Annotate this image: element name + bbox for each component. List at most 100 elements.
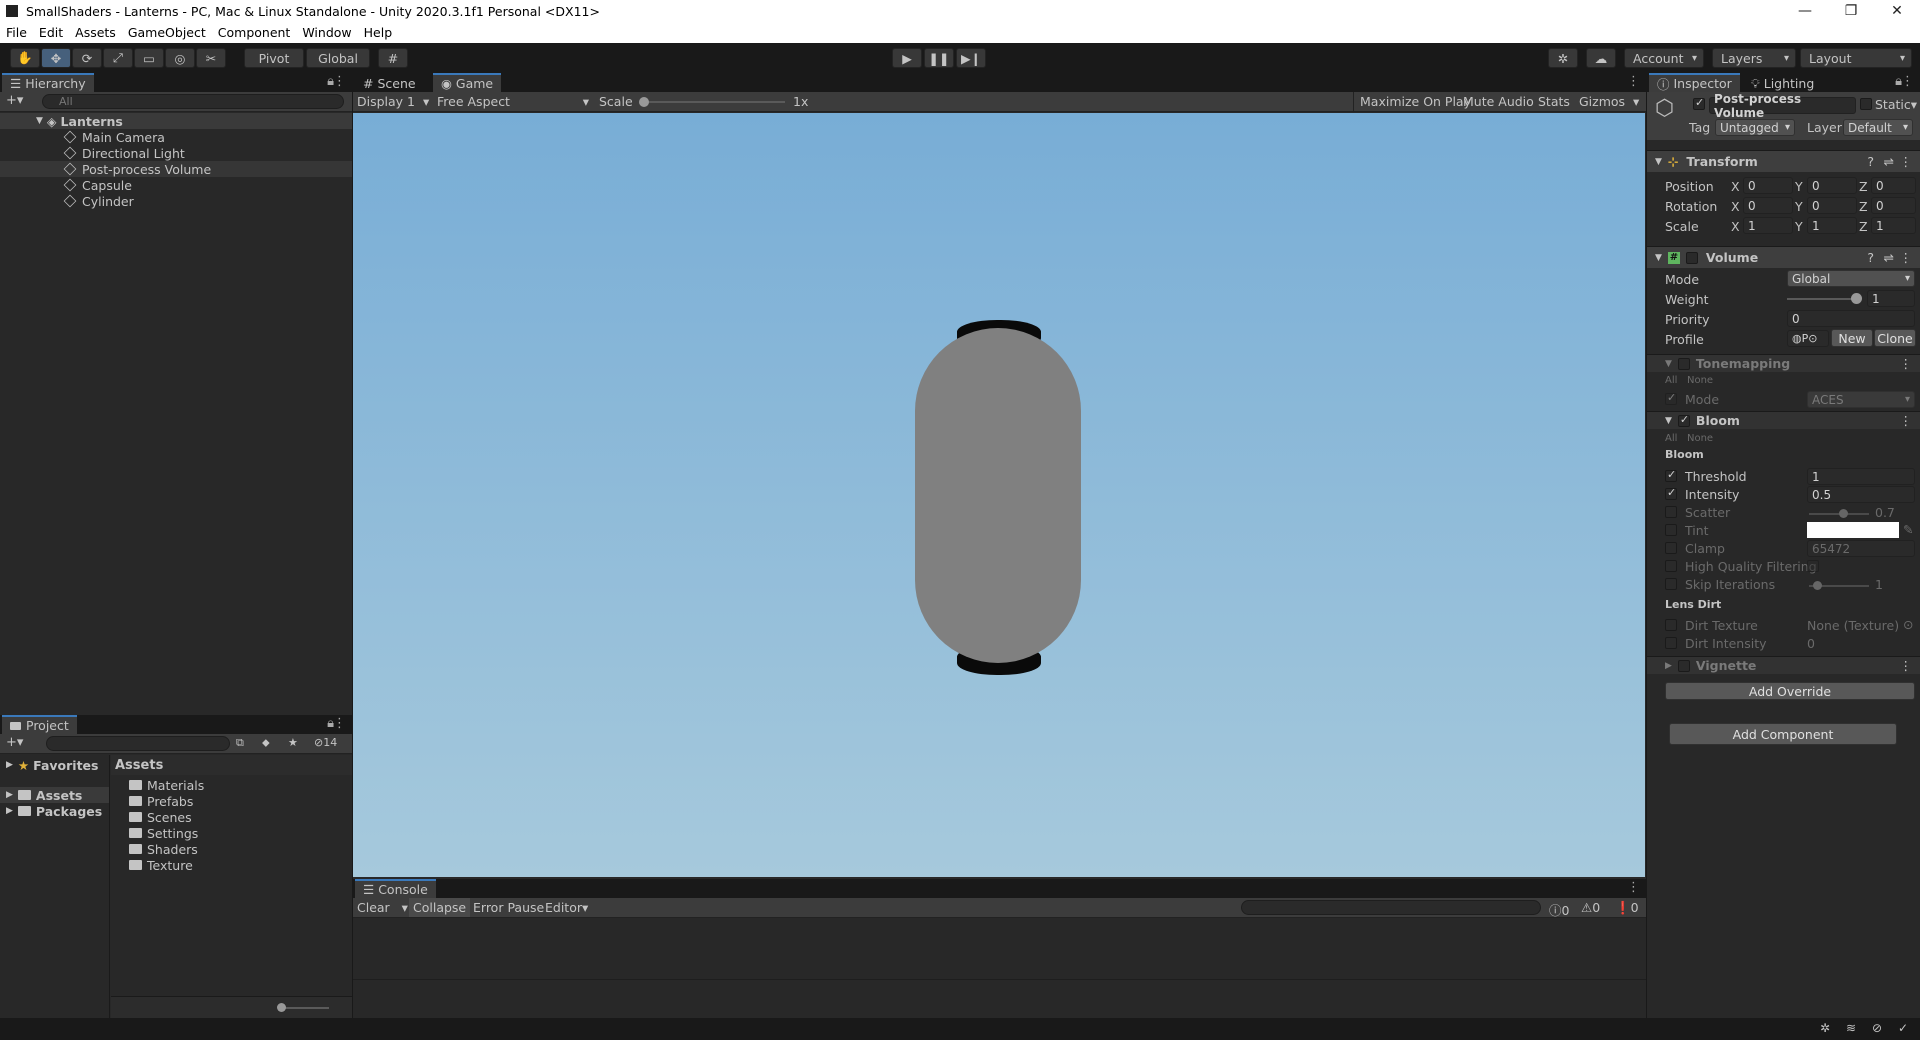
- close-button[interactable]: ✕: [1874, 0, 1920, 22]
- hierarchy-item-selected[interactable]: Post-process Volume: [0, 161, 352, 177]
- weight-slider[interactable]: [1787, 298, 1857, 300]
- dirt-texture-value[interactable]: None (Texture): [1807, 618, 1899, 633]
- menu-gameobject[interactable]: GameObject: [122, 25, 212, 40]
- scale-x-field[interactable]: 1: [1743, 217, 1793, 234]
- tonemapping-mode-dropdown[interactable]: ACES: [1807, 391, 1915, 408]
- layout-dropdown[interactable]: Layout ▾: [1800, 48, 1912, 68]
- volume-enabled-checkbox[interactable]: [1685, 251, 1698, 264]
- global-toggle[interactable]: Global: [306, 48, 370, 68]
- presets-icon[interactable]: ⇌: [1884, 154, 1894, 169]
- icon-size-slider[interactable]: [279, 1007, 329, 1009]
- eyedropper-icon[interactable]: ✎: [1903, 522, 1913, 537]
- asset-folder[interactable]: Scenes: [111, 809, 352, 825]
- display-dropdown[interactable]: Display 1 ▾: [357, 94, 429, 109]
- scene-row[interactable]: ▼ ◈ Lanterns: [0, 113, 352, 129]
- clone-profile-button[interactable]: Clone: [1874, 329, 1916, 347]
- help-icon[interactable]: ?: [1867, 250, 1874, 265]
- object-picker-icon[interactable]: ⊙: [1808, 332, 1817, 345]
- maximize-button[interactable]: ❐: [1828, 0, 1874, 22]
- scale-slider[interactable]: [641, 101, 785, 103]
- aspect-dropdown[interactable]: Free Aspect ▾: [437, 94, 589, 109]
- static-dropdown[interactable]: Static▾: [1875, 97, 1917, 112]
- menu-component[interactable]: Component: [212, 25, 297, 40]
- hierarchy-item[interactable]: Cylinder: [0, 193, 352, 209]
- override-menu-icon[interactable]: ⋮: [1900, 413, 1913, 428]
- tint-color-swatch[interactable]: [1807, 522, 1899, 538]
- hand-tool-icon[interactable]: ✋: [10, 48, 40, 68]
- game-viewport[interactable]: [353, 113, 1645, 877]
- bloom-enabled-checkbox[interactable]: [1677, 413, 1690, 427]
- cloud-icon[interactable]: ☁: [1586, 48, 1616, 68]
- panel-menu-icon[interactable]: ⋮: [1627, 74, 1640, 89]
- warning-count-toggle[interactable]: ⚠0: [1581, 900, 1600, 915]
- panel-menu-icon[interactable]: ⋮: [1627, 880, 1640, 895]
- account-dropdown[interactable]: Account ▾: [1624, 48, 1704, 68]
- move-tool-icon[interactable]: ✥: [41, 48, 71, 68]
- panel-menu-icon[interactable]: ⋮: [1901, 74, 1914, 89]
- pause-button[interactable]: ❚❚: [924, 48, 954, 68]
- vignette-header[interactable]: ▶ Vignette ⋮: [1647, 656, 1920, 674]
- services-icon[interactable]: ✲: [1548, 48, 1578, 68]
- object-name-field[interactable]: Post-process Volume: [1709, 92, 1856, 120]
- static-checkbox[interactable]: [1860, 98, 1872, 110]
- hierarchy-item[interactable]: Directional Light: [0, 145, 352, 161]
- cache-server-icon[interactable]: ≋: [1846, 1021, 1856, 1035]
- tonemapping-enabled-checkbox[interactable]: [1677, 357, 1690, 370]
- tab-scene[interactable]: # Scene: [355, 73, 424, 92]
- threshold-checkbox[interactable]: [1665, 468, 1677, 482]
- pivot-toggle[interactable]: Pivot: [244, 48, 304, 68]
- create-plus-icon[interactable]: +▾: [6, 93, 23, 108]
- custom-tool-icon[interactable]: ✂: [196, 48, 226, 68]
- component-menu-icon[interactable]: ⋮: [1900, 154, 1913, 169]
- scale-y-field[interactable]: 1: [1807, 217, 1857, 234]
- new-profile-button[interactable]: New: [1831, 329, 1873, 347]
- filter-by-type-icon[interactable]: ⧉: [236, 736, 244, 750]
- info-count-toggle[interactable]: ⓘ0: [1549, 900, 1569, 919]
- tag-dropdown[interactable]: Untagged: [1715, 119, 1795, 136]
- error-pause-toggle[interactable]: Error Pause: [473, 900, 544, 915]
- scale-z-field[interactable]: 1: [1871, 217, 1916, 234]
- layers-dropdown[interactable]: Layers ▾: [1712, 48, 1796, 68]
- component-menu-icon[interactable]: ⋮: [1900, 250, 1913, 265]
- asset-folder[interactable]: Shaders: [111, 841, 352, 857]
- help-icon[interactable]: ?: [1867, 154, 1874, 169]
- create-plus-icon[interactable]: +▾: [6, 735, 23, 750]
- menu-edit[interactable]: Edit: [33, 25, 69, 40]
- console-search-input[interactable]: [1241, 900, 1541, 915]
- favorites-row[interactable]: ▶ ★ Favorites: [0, 757, 109, 773]
- scatter-slider-thumb[interactable]: [1839, 509, 1848, 518]
- weight-field[interactable]: 1: [1867, 290, 1915, 307]
- tint-checkbox[interactable]: [1665, 524, 1677, 536]
- add-component-button[interactable]: Add Component: [1669, 723, 1897, 745]
- panel-menu-icon[interactable]: ⋮: [333, 716, 346, 731]
- volume-header[interactable]: ▼ # Volume ? ⇌ ⋮: [1647, 246, 1920, 268]
- object-picker-icon[interactable]: ⊙: [1903, 617, 1913, 632]
- menu-window[interactable]: Window: [296, 25, 357, 40]
- skip-iterations-checkbox[interactable]: [1665, 578, 1677, 590]
- weight-slider-thumb[interactable]: [1851, 293, 1862, 304]
- scatter-checkbox[interactable]: [1665, 506, 1677, 518]
- tree-packages[interactable]: ▶ Packages: [0, 803, 109, 819]
- filter-by-label-icon[interactable]: ⬥: [262, 736, 270, 750]
- vignette-enabled-checkbox[interactable]: [1677, 659, 1690, 672]
- status-check-icon[interactable]: ✓: [1898, 1021, 1908, 1035]
- position-y-field[interactable]: 0: [1807, 177, 1857, 194]
- menu-help[interactable]: Help: [358, 25, 399, 40]
- error-count-toggle[interactable]: ❗0: [1615, 900, 1639, 916]
- position-x-field[interactable]: 0: [1743, 177, 1793, 194]
- auto-generate-lighting-icon[interactable]: ⊘: [1872, 1021, 1882, 1035]
- position-z-field[interactable]: 0: [1871, 177, 1916, 194]
- menu-file[interactable]: File: [0, 25, 33, 40]
- intensity-field[interactable]: 0.5: [1807, 486, 1915, 503]
- rotation-y-field[interactable]: 0: [1807, 197, 1857, 214]
- hidden-packages-icon[interactable]: ⊘14: [314, 736, 337, 749]
- dirt-texture-checkbox[interactable]: [1665, 619, 1677, 631]
- tab-hierarchy[interactable]: ☰ Hierarchy: [2, 73, 94, 92]
- tab-lighting[interactable]: 💡︎ Lighting: [1743, 73, 1822, 92]
- favorite-star-icon[interactable]: ★: [288, 736, 298, 749]
- active-checkbox[interactable]: [1693, 96, 1705, 110]
- editor-dropdown[interactable]: Editor▾: [545, 900, 588, 915]
- clamp-checkbox[interactable]: [1665, 542, 1677, 554]
- project-search-input[interactable]: [46, 736, 230, 751]
- priority-field[interactable]: 0: [1787, 310, 1915, 327]
